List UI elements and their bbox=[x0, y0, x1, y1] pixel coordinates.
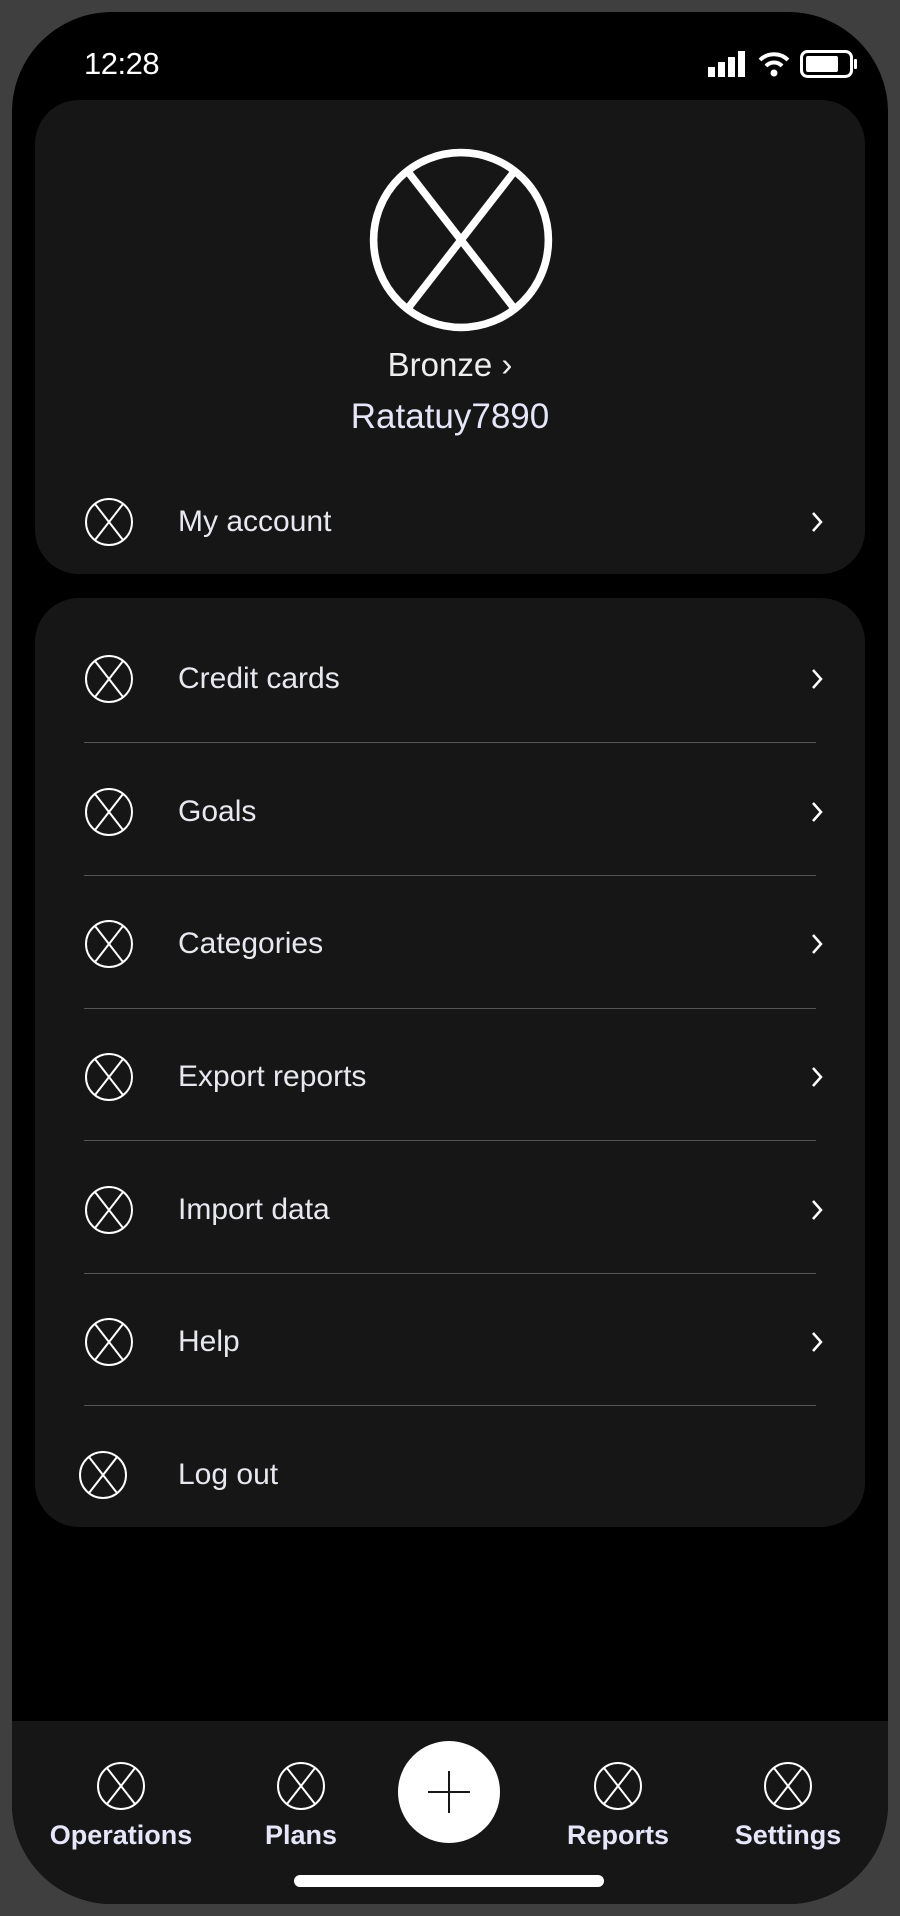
settings-menu-card: Credit cards Goals Categories Export rep… bbox=[35, 598, 865, 1527]
chevron-right-icon bbox=[809, 666, 825, 692]
menu-item-label: Help bbox=[178, 1325, 240, 1358]
tier-label: Bronze bbox=[387, 346, 493, 383]
operations-icon bbox=[96, 1761, 146, 1811]
nav-label: Settings bbox=[734, 1820, 842, 1850]
help-icon bbox=[84, 1317, 134, 1367]
menu-item-goals[interactable]: Goals bbox=[35, 772, 865, 852]
settings-icon bbox=[763, 1761, 813, 1811]
chevron-right-icon: › bbox=[501, 346, 513, 383]
menu-item-label: Import data bbox=[178, 1193, 330, 1226]
logout-icon bbox=[78, 1450, 128, 1500]
menu-item-import-data[interactable]: Import data bbox=[35, 1170, 865, 1250]
chevron-right-icon bbox=[809, 799, 825, 825]
nav-reports[interactable]: Reports bbox=[533, 1761, 703, 1851]
categories-icon bbox=[84, 919, 134, 969]
export-icon bbox=[84, 1052, 134, 1102]
menu-item-label: Goals bbox=[178, 795, 257, 828]
goals-icon bbox=[84, 787, 134, 837]
plans-icon bbox=[276, 1761, 326, 1811]
menu-item-export-reports[interactable]: Export reports bbox=[35, 1037, 865, 1117]
menu-item-my-account[interactable]: My account bbox=[35, 482, 865, 562]
nav-settings[interactable]: Settings bbox=[703, 1761, 873, 1851]
nav-operations[interactable]: Operations bbox=[36, 1761, 206, 1851]
divider bbox=[84, 1273, 816, 1274]
username: Ratatuy7890 bbox=[350, 397, 550, 436]
menu-item-credit-cards[interactable]: Credit cards bbox=[35, 639, 865, 719]
reports-icon bbox=[593, 1761, 643, 1811]
account-icon bbox=[84, 497, 134, 547]
nav-label: Reports bbox=[566, 1820, 669, 1850]
home-indicator[interactable] bbox=[294, 1875, 604, 1887]
import-icon bbox=[84, 1185, 134, 1235]
status-icons bbox=[708, 50, 858, 78]
chevron-right-icon bbox=[809, 1064, 825, 1090]
menu-item-categories[interactable]: Categories bbox=[35, 904, 865, 984]
menu-item-label: Export reports bbox=[178, 1060, 367, 1093]
tier-link[interactable]: Bronze › bbox=[35, 346, 865, 384]
chevron-right-icon bbox=[809, 1329, 825, 1355]
battery-icon bbox=[800, 50, 857, 78]
menu-item-label: Log out bbox=[178, 1458, 279, 1491]
plus-icon bbox=[428, 1771, 470, 1813]
menu-item-label: Credit cards bbox=[178, 662, 340, 695]
avatar-placeholder-icon[interactable] bbox=[366, 145, 556, 335]
menu-item-help[interactable]: Help bbox=[35, 1302, 865, 1382]
divider bbox=[84, 1008, 816, 1009]
credit-card-icon bbox=[84, 654, 134, 704]
chevron-right-icon bbox=[809, 1197, 825, 1223]
wifi-icon bbox=[758, 52, 790, 77]
menu-item-log-out[interactable]: Log out bbox=[35, 1435, 865, 1515]
profile-card: Bronze › Ratatuy7890 My account bbox=[35, 100, 865, 574]
nav-plans[interactable]: Plans bbox=[216, 1761, 386, 1851]
menu-item-label: Categories bbox=[178, 927, 324, 960]
divider bbox=[84, 742, 816, 743]
nav-label: Operations bbox=[49, 1820, 193, 1850]
signal-icon bbox=[708, 51, 745, 77]
chevron-right-icon bbox=[809, 931, 825, 957]
add-button[interactable] bbox=[398, 1741, 500, 1843]
divider bbox=[84, 875, 816, 876]
status-time: 12:28 bbox=[84, 46, 160, 81]
menu-item-label: My account bbox=[178, 505, 332, 538]
chevron-right-icon bbox=[809, 509, 825, 535]
phone-screen: 12:28 Bronze › Ratatuy7890 My account Cr… bbox=[12, 12, 888, 1904]
divider bbox=[84, 1405, 816, 1406]
divider bbox=[84, 1140, 816, 1141]
nav-label: Plans bbox=[264, 1820, 338, 1850]
